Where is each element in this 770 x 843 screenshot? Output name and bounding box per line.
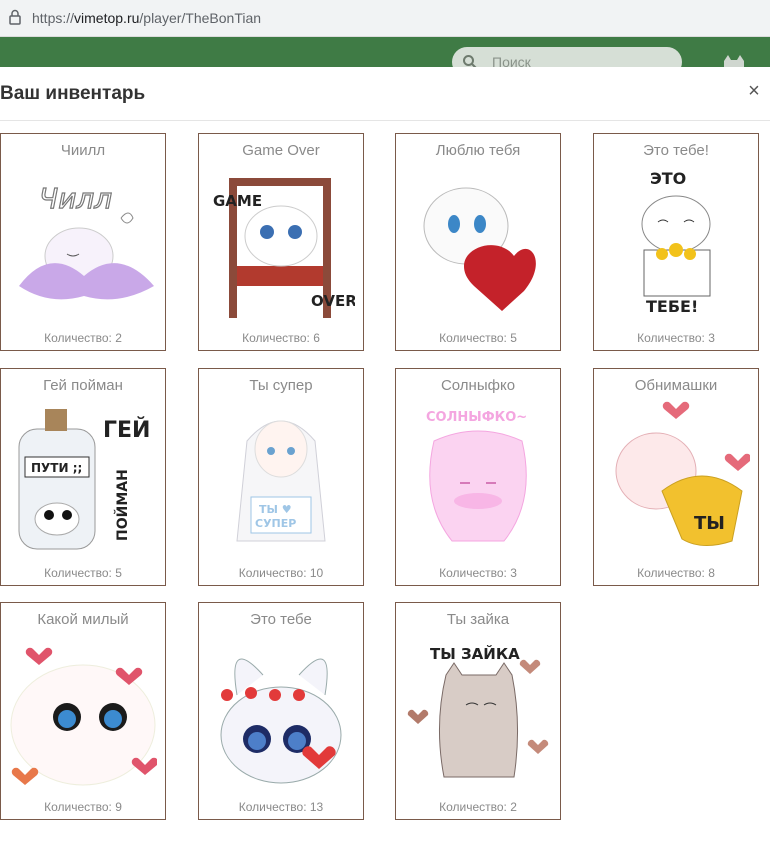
close-button[interactable]: ×: [744, 81, 764, 101]
item-name: Game Over: [242, 142, 320, 159]
item-name: Какой милый: [37, 611, 129, 628]
svg-text:ЭТО: ЭТО: [650, 169, 686, 188]
svg-text:OVER: OVER: [311, 292, 355, 310]
svg-text:СОЛНЫФКО~: СОЛНЫФКО~: [426, 410, 527, 425]
modal-divider: [0, 120, 770, 121]
sticker-sunshine-image: СОЛНЫФКО~: [426, 410, 527, 542]
item-quantity: Количество: 2: [44, 331, 122, 345]
inventory-card[interactable]: Какой милый Количество: 9: [0, 602, 166, 820]
sticker-love-you-image: [423, 187, 536, 311]
sticker-how-cute-image: [10, 647, 157, 786]
svg-text:ТЫ ЗАЙКА: ТЫ ЗАЙКА: [430, 644, 520, 663]
svg-text:ГЕЙ: ГЕЙ: [103, 417, 150, 443]
inventory-card[interactable]: Это тебе Количество: 13: [198, 602, 364, 820]
item-quantity: Количество: 5: [439, 331, 517, 345]
item-name: Люблю тебя: [435, 142, 521, 159]
svg-text:ПОЙМАН: ПОЙМАН: [114, 469, 131, 541]
item-quantity: Количество: 10: [238, 566, 324, 580]
item-name: Это тебе: [250, 611, 312, 628]
item-quantity: Количество: 6: [242, 331, 320, 345]
sticker-caught-image: ПУТИ ;; ГЕЙ ПОЙМАН: [18, 409, 150, 550]
url-path: /player/TheBonTian: [139, 10, 262, 26]
sticker-for-you-image: ЭТО ТЕБЕ!: [641, 169, 711, 316]
sticker-chill-image: Чилл: [19, 181, 154, 300]
item-quantity: Количество: 5: [44, 566, 122, 580]
inventory-card[interactable]: Это тебе! ЭТО ТЕБЕ! Количество: 3: [593, 133, 759, 351]
svg-text:ТЫ: ТЫ: [694, 513, 725, 534]
site-header: Поиск: [0, 37, 770, 77]
sticker-game-over-image: GAME OVER: [213, 178, 355, 318]
inventory-card[interactable]: Чиилл Чилл Количество: 2: [0, 133, 166, 351]
inventory-card[interactable]: Game Over GAME OVER Количество: 6: [198, 133, 364, 351]
url-domain: vimetop.ru: [74, 10, 140, 26]
item-quantity: Количество: 3: [637, 331, 715, 345]
url-text[interactable]: https://vimetop.ru/player/TheBonTian: [32, 10, 261, 26]
inventory-card[interactable]: Ты супер ТЫ ♥ СУПЕР Количество: 10: [198, 368, 364, 586]
browser-address-bar[interactable]: https://vimetop.ru/player/TheBonTian: [0, 0, 770, 37]
svg-text:ТЫ ♥: ТЫ ♥: [259, 503, 292, 516]
svg-text:ПУТИ ;;: ПУТИ ;;: [31, 461, 82, 475]
sticker-you-bunny-image: ТЫ ЗАЙКА: [407, 644, 549, 778]
item-name: Гей пойман: [43, 377, 123, 394]
item-quantity: Количество: 9: [44, 800, 122, 814]
lock-icon: [9, 9, 21, 25]
svg-text:ТЕБЕ!: ТЕБЕ!: [646, 297, 698, 316]
sticker-hugs-image: ТЫ: [615, 401, 750, 546]
item-quantity: Количество: 8: [637, 566, 715, 580]
inventory-card[interactable]: Люблю тебя Количество: 5: [395, 133, 561, 351]
item-name: Ты зайка: [446, 611, 510, 628]
inventory-card[interactable]: Гей пойман ПУТИ ;; ГЕЙ ПОЙМАН Количество…: [0, 368, 166, 586]
item-quantity: Количество: 13: [238, 800, 324, 814]
item-name: Ты супер: [249, 377, 313, 394]
inventory-card[interactable]: Обнимашки ТЫ Количество: 8: [593, 368, 759, 586]
sticker-you-super-image: ТЫ ♥ СУПЕР: [236, 420, 326, 542]
inventory-card[interactable]: Солныфко СОЛНЫФКО~ Количество: 3: [395, 368, 561, 586]
sticker-for-you-bunny-image: [220, 658, 342, 784]
inventory-modal: Ваш инвентарь × Чиилл Чилл Количество: 2…: [0, 67, 770, 843]
item-quantity: Количество: 2: [439, 800, 517, 814]
url-prefix: https://: [32, 10, 75, 26]
item-name: Чиилл: [60, 142, 106, 159]
modal-title: Ваш инвентарь: [0, 83, 146, 104]
item-quantity: Количество: 3: [439, 566, 517, 580]
svg-text:СУПЕР: СУПЕР: [255, 517, 296, 530]
inventory-card[interactable]: Ты зайка ТЫ ЗАЙКА Количество: 2: [395, 602, 561, 820]
item-name: Обнимашки: [634, 377, 718, 394]
item-name: Солныфко: [440, 377, 516, 394]
svg-text:GAME: GAME: [213, 192, 262, 210]
item-name: Это тебе!: [643, 142, 709, 159]
svg-text:Чилл: Чилл: [39, 182, 112, 215]
